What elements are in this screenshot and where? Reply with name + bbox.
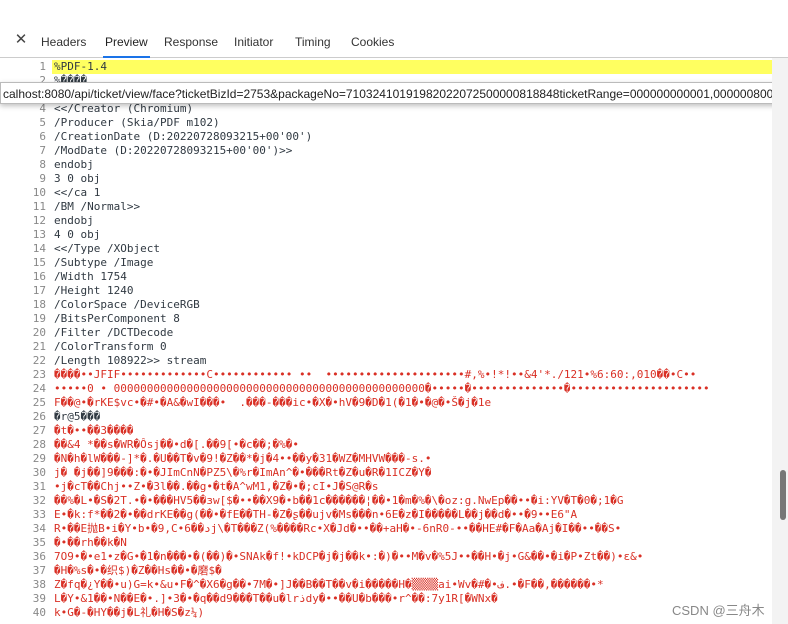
line-number: 33 <box>32 508 46 521</box>
tab-timing[interactable]: Timing <box>295 28 331 57</box>
tab-preview[interactable]: Preview <box>103 28 150 58</box>
close-icon[interactable]: ✕ <box>14 32 28 47</box>
line-text: %PDF-1.4 <box>54 60 107 73</box>
line-number: 36 <box>32 550 46 563</box>
tab-initiator[interactable]: Initiator <box>234 28 273 57</box>
line-number: 24 <box>32 382 46 395</box>
line-number: 31 <box>32 480 46 493</box>
line-text: ��&4 *��s�WR�Ôsj��•d�[.��9[•�c��;�%�• <box>54 438 300 451</box>
line-text: /Producer (Skia/PDF m102) <box>54 116 220 129</box>
line-text: F��@•�rKE$vc•�#•�A&�wI���• .���-���ic•�X… <box>54 396 492 409</box>
line-number: 15 <box>32 256 46 269</box>
line-number: 16 <box>32 270 46 283</box>
line-text: �N�h�lW���-]*�.�U��T�v�9!�Z��*�j�4••��y�… <box>54 452 432 465</box>
line-text: endobj <box>54 158 94 171</box>
line-number: 26 <box>32 410 46 423</box>
line-number: 40 <box>32 606 46 619</box>
line-text: R•��E抛B•i�Y•b•�9,C•6��دj\�T���Z(%����Rc•… <box>54 522 622 535</box>
line-text: �•��rh��k�N <box>54 536 127 549</box>
watermark: CSDN @三舟木 <box>672 603 765 618</box>
line-number: 37 <box>32 564 46 577</box>
line-number: 19 <box>32 312 46 325</box>
line-number: 7 <box>39 144 46 157</box>
line-number: 8 <box>39 158 46 171</box>
vertical-scrollbar[interactable] <box>772 58 788 624</box>
scrollbar-thumb[interactable] <box>780 470 786 520</box>
line-text: 4 0 obj <box>54 228 101 241</box>
line-text: �t�••��3���� <box>54 424 134 437</box>
line-text: k•G�-�HY��j�L礼�H�S�z¼) <box>54 606 205 619</box>
line-text: /ColorTransform 0 <box>54 340 167 353</box>
line-number: 18 <box>32 298 46 311</box>
line-number: 12 <box>32 214 46 227</box>
line-text: �r@5��� <box>54 410 101 423</box>
line-number: 34 <box>32 522 46 535</box>
line-number: 5 <box>39 116 46 129</box>
response-preview-editor[interactable]: 1%PDF-1.42%����34<</Creator (Chromium)5/… <box>0 58 772 624</box>
line-number: 13 <box>32 228 46 241</box>
line-number: 9 <box>39 172 46 185</box>
line-text: L�Y•&1��•N��E�•.]•3�•�q��d9���T��u�lrذdy… <box>54 592 498 605</box>
line-text: endobj <box>54 214 94 227</box>
line-text: <</ca 1 <box>54 186 101 199</box>
line-number: 23 <box>32 368 46 381</box>
line-text: ����••JFIF•••••••••••••C•••••••••••• •• … <box>54 368 697 381</box>
line-number: 38 <box>32 578 46 591</box>
line-text: ��%�L•�S�2T.•�•���HV5��ɜw[$�••��X9�•b��1… <box>54 494 624 507</box>
line-text: /Width 1754 <box>54 270 127 283</box>
line-text: E•�k:f*��2�•��drKE��g(��•�fE��TH-�Z�ʂ��u… <box>54 508 578 521</box>
tab-response[interactable]: Response <box>164 28 218 57</box>
line-number: 4 <box>39 102 46 115</box>
line-text: �H�%s�•�织$)�Z��Hs��•�磨$� <box>54 564 222 577</box>
line-number: 14 <box>32 242 46 255</box>
line-number: 32 <box>32 494 46 507</box>
line-number: 25 <box>32 396 46 409</box>
line-text: /ModDate (D:20220728093215+00'00')>> <box>54 144 293 157</box>
tab-headers[interactable]: Headers <box>41 28 86 57</box>
line-text: Z�fq�¿Y��•u)G=k•&u•F�^�X6�g��•7M�•]J��B�… <box>54 578 604 591</box>
line-text: /ColorSpace /DeviceRGB <box>54 298 200 311</box>
line-number: 28 <box>32 438 46 451</box>
line-number: 10 <box>32 186 46 199</box>
line-text: 3 0 obj <box>54 172 101 185</box>
line-text: <</Creator (Chromium) <box>54 102 194 115</box>
line-text: <</Type /XObject <box>54 242 160 255</box>
current-line-highlight <box>52 60 772 74</box>
top-strip <box>0 0 788 28</box>
line-number: 1 <box>39 60 46 73</box>
devtools-tabbar: ✕ Headers Preview Response Initiator Tim… <box>0 28 788 58</box>
tab-cookies[interactable]: Cookies <box>351 28 394 57</box>
line-number: 22 <box>32 354 46 367</box>
line-number: 35 <box>32 536 46 549</box>
url-tooltip: calhost:8080/api/ticket/view/face?ticket… <box>0 82 788 104</box>
line-number: 21 <box>32 340 46 353</box>
line-text: /BitsPerComponent 8 <box>54 312 180 325</box>
line-number: 11 <box>32 200 46 213</box>
line-number: 30 <box>32 466 46 479</box>
line-text: 7O9•�•e1•z�G•�1�n���•�(��)�•SNAk�f!•kDCP… <box>54 550 644 563</box>
line-text: /Subtype /Image <box>54 256 154 269</box>
line-number: 27 <box>32 424 46 437</box>
line-text: •j�cT��Chj••Z•�3l��.��g•�t�A^wM1,�Z�•�;c… <box>54 480 379 493</box>
line-number: 29 <box>32 452 46 465</box>
line-text: /Filter /DCTDecode <box>54 326 174 339</box>
line-number: 39 <box>32 592 46 605</box>
line-text: •••••0 • 0000000000000000000000000000000… <box>54 382 710 395</box>
line-number: 17 <box>32 284 46 297</box>
line-text: /CreationDate (D:20220728093215+00'00') <box>54 130 313 143</box>
line-text: /BM /Normal>> <box>54 200 141 213</box>
line-text: /Height 1240 <box>54 284 134 297</box>
line-number: 6 <box>39 130 46 143</box>
line-text: /Length 108922>> stream <box>54 354 207 367</box>
line-text: j� �j��]9���:�•�JImCnN�PZ5\�%r�ImAn^�•��… <box>54 466 432 479</box>
line-number: 20 <box>32 326 46 339</box>
